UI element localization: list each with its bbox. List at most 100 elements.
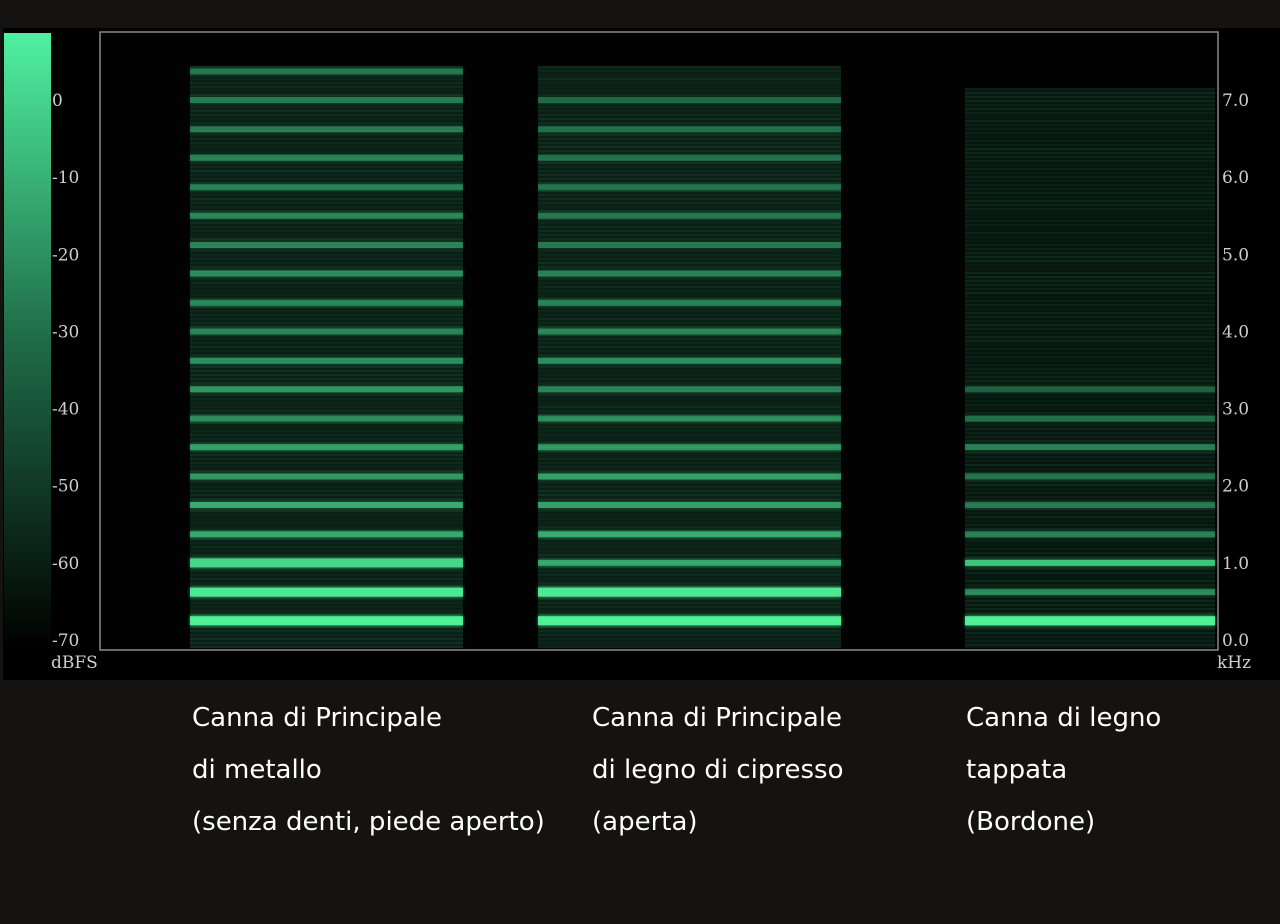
noise-stripe [538, 430, 841, 432]
noise-stripe [965, 140, 1215, 142]
noise-stripe [965, 340, 1215, 342]
noise-stripe [538, 282, 841, 284]
caption-metal-principal: Canna di Principale di metallo (senza de… [192, 692, 545, 848]
noise-stripe [190, 110, 463, 112]
noise-stripe [965, 404, 1215, 406]
noise-stripe [965, 244, 1215, 246]
noise-stripe [965, 168, 1215, 170]
noise-stripe [965, 200, 1215, 202]
noise-stripe [190, 434, 463, 436]
noise-stripe [965, 328, 1215, 330]
noise-stripe [190, 486, 463, 488]
caption-line: Canna di legno [966, 703, 1162, 733]
noise-stripe [190, 462, 463, 464]
noise-stripe [965, 184, 1215, 186]
harmonic-band [190, 154, 463, 161]
noise-stripe [190, 294, 463, 296]
khz-tick-label: 1.0 [1222, 554, 1249, 574]
noise-stripe [190, 350, 463, 352]
noise-stripe [190, 610, 463, 612]
noise-stripe [190, 230, 463, 232]
noise-stripe [965, 144, 1215, 146]
harmonic-band [190, 299, 463, 306]
noise-stripe [538, 250, 841, 252]
khz-tick-label: 5.0 [1222, 245, 1249, 265]
noise-stripe [190, 402, 463, 404]
noise-stripe [965, 396, 1215, 398]
noise-stripe [965, 604, 1215, 606]
noise-stripe [965, 464, 1215, 466]
noise-stripe [190, 606, 463, 608]
noise-stripe [965, 132, 1215, 134]
khz-tick-label: 4.0 [1222, 322, 1249, 342]
noise-stripe [965, 360, 1215, 362]
noise-stripe [965, 188, 1215, 190]
noise-stripe [190, 266, 463, 268]
noise-stripe [965, 164, 1215, 166]
noise-stripe [965, 628, 1215, 630]
noise-stripe [965, 544, 1215, 546]
noise-stripe [965, 552, 1215, 554]
harmonic-band [190, 587, 463, 597]
noise-stripe [190, 198, 463, 200]
noise-stripe [965, 368, 1215, 370]
noise-stripe [538, 554, 841, 556]
noise-stripe [190, 430, 463, 432]
noise-stripe [965, 496, 1215, 498]
noise-stripe [965, 276, 1215, 278]
noise-stripe [538, 222, 841, 224]
harmonic-band [190, 328, 463, 335]
harmonic-band [190, 97, 463, 103]
noise-stripe [965, 92, 1215, 94]
noise-stripe [538, 434, 841, 436]
noise-stripe [538, 226, 841, 228]
noise-stripe [965, 352, 1215, 354]
noise-stripe [965, 344, 1215, 346]
harmonic-band [190, 212, 463, 219]
noise-stripe [538, 146, 841, 148]
harmonic-band [190, 415, 463, 422]
harmonic-band [190, 444, 463, 451]
noise-stripe [190, 258, 463, 260]
noise-stripe [538, 638, 841, 640]
noise-stripe [538, 526, 841, 528]
noise-stripe [965, 256, 1215, 258]
harmonic-band [965, 559, 1215, 566]
noise-stripe [538, 138, 841, 140]
noise-stripe [190, 466, 463, 468]
dbfs-tick-label: -30 [52, 322, 79, 342]
noise-stripe [538, 210, 841, 212]
noise-stripe [538, 202, 841, 204]
noise-stripe [538, 118, 841, 120]
noise-stripe [538, 338, 841, 340]
noise-stripe [538, 178, 841, 180]
noise-stripe [965, 88, 1215, 90]
noise-stripe [965, 432, 1215, 434]
noise-stripe [538, 174, 841, 176]
noise-stripe [538, 142, 841, 144]
dbfs-tick-label: 0 [52, 91, 63, 111]
harmonic-band [538, 502, 841, 508]
harmonic-band [538, 242, 841, 249]
noise-stripe [965, 180, 1215, 182]
noise-stripe [965, 580, 1215, 582]
noise-stripe [190, 86, 463, 88]
noise-stripe [965, 296, 1215, 298]
noise-stripe [538, 410, 841, 412]
noise-stripe [190, 574, 463, 576]
noise-stripe [965, 540, 1215, 542]
noise-stripe [538, 570, 841, 572]
dbfs-tick-label: -50 [52, 477, 79, 497]
harmonic-band [538, 415, 841, 422]
dbfs-tick-labels: 0 -10 -20 -30 -40 -50 -60 -70 [52, 91, 79, 651]
noise-stripe [190, 570, 463, 572]
caption-line: (senza denti, piede aperto) [192, 807, 545, 837]
noise-stripe [190, 118, 463, 120]
caption-cypress-principal: Canna di Principale di legno di cipresso… [592, 692, 844, 848]
noise-stripe [965, 452, 1215, 454]
noise-stripe [538, 122, 841, 124]
noise-stripe [965, 312, 1215, 314]
noise-stripe [965, 304, 1215, 306]
harmonic-band [965, 415, 1215, 422]
noise-stripe [538, 286, 841, 288]
